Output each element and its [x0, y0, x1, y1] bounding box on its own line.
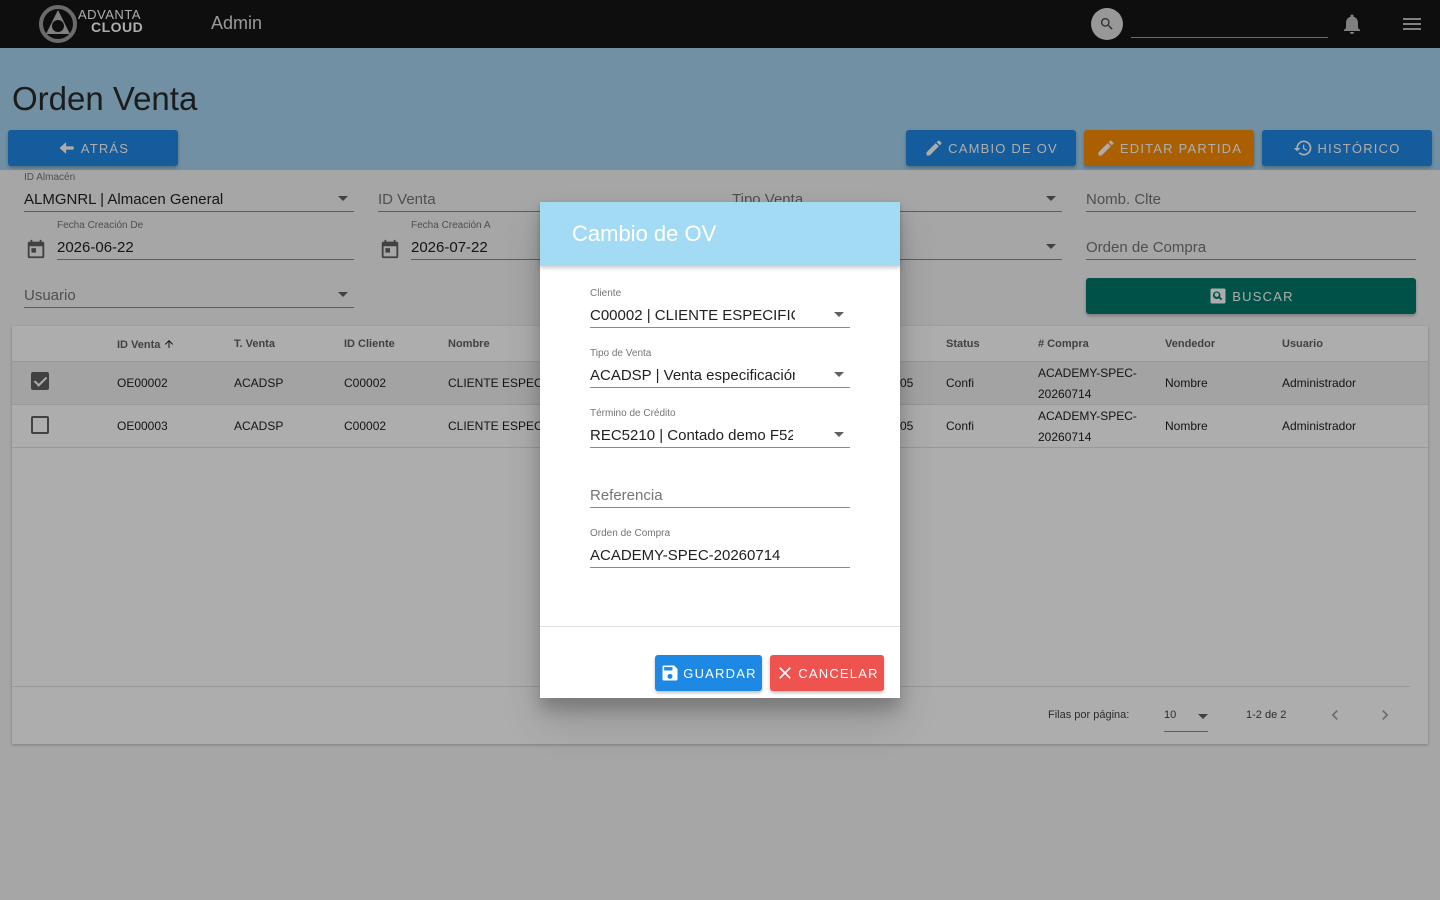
referencia-placeholder: Referencia — [590, 487, 663, 504]
orden-compra-input[interactable]: Orden de Compra ACADEMY-SPEC-20260714 — [590, 528, 850, 568]
tipo-de-venta-value: ACADSP | Venta especificación — [590, 367, 795, 384]
dialog-title: Cambio de OV — [572, 221, 717, 246]
save-button[interactable]: GUARDAR — [655, 655, 762, 691]
tipo-de-venta-select[interactable]: Tipo de Venta ACADSP | Venta especificac… — [590, 348, 850, 388]
termino-credito-value: REC5210 | Contado demo F521 — [590, 427, 793, 444]
dialog-header: Cambio de OV — [540, 202, 900, 266]
cancel-button[interactable]: CANCELAR — [770, 655, 884, 691]
cliente-value: C00002 | CLIENTE ESPECIFICAC — [590, 307, 795, 324]
tipo-de-venta-label: Tipo de Venta — [590, 348, 652, 359]
cancel-button-label: CANCELAR — [798, 665, 879, 681]
termino-credito-select[interactable]: Término de Crédito REC5210 | Contado dem… — [590, 408, 850, 448]
cliente-label: Cliente — [590, 288, 622, 299]
change-ov-dialog: Cambio de OV Cliente C00002 | CLIENTE ES… — [540, 202, 900, 698]
save-button-label: GUARDAR — [683, 665, 757, 681]
close-icon — [779, 667, 792, 679]
orden-compra-label: Orden de Compra — [590, 528, 671, 539]
cliente-select[interactable]: Cliente C00002 | CLIENTE ESPECIFICAC — [590, 288, 850, 328]
chevron-down-icon — [834, 372, 844, 377]
orden-compra-value: ACADEMY-SPEC-20260714 — [590, 547, 781, 564]
floppy-disk-icon — [662, 665, 678, 681]
referencia-input[interactable]: Referencia — [590, 468, 850, 508]
chevron-down-icon — [834, 432, 844, 437]
termino-credito-label: Término de Crédito — [590, 408, 676, 419]
chevron-down-icon — [834, 312, 844, 317]
